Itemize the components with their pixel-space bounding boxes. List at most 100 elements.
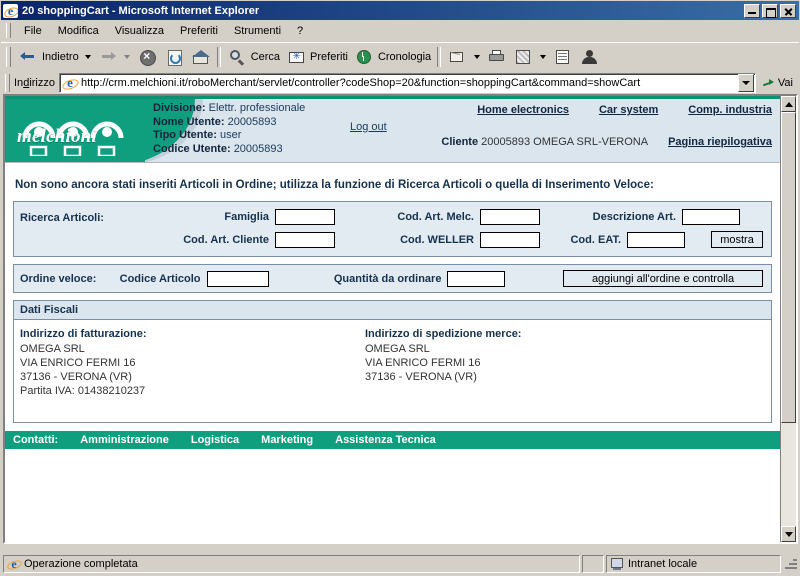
dati-fiscali-header: Dati Fiscali xyxy=(14,301,771,320)
favorites-button-label: Preferiti xyxy=(310,51,348,63)
cod-weller-field: Cod. WELLER xyxy=(335,231,540,248)
forward-button[interactable] xyxy=(94,46,121,68)
scroll-up-button[interactable] xyxy=(781,96,796,112)
divisione-label: Divisione: xyxy=(153,102,206,114)
back-arrow-icon xyxy=(18,47,39,67)
edit-button[interactable] xyxy=(510,46,537,68)
shipping-line-3: 37136 - VERONA (VR) xyxy=(365,371,477,383)
codice-articolo-input[interactable] xyxy=(206,270,269,287)
print-button[interactable] xyxy=(483,46,510,68)
cod-eat-field: Cod. EAT. xyxy=(540,231,685,248)
billing-line-4: Partita IVA: 01438210237 xyxy=(20,385,146,397)
dati-fiscali-panel: Dati Fiscali Indirizzo di fatturazione: … xyxy=(13,300,772,423)
status-zone-pane[interactable]: Intranet locale xyxy=(606,555,781,573)
menu-file[interactable]: File xyxy=(16,23,50,39)
menu-visualizza[interactable]: Visualizza xyxy=(107,23,172,39)
scrollbar-track[interactable] xyxy=(781,112,796,526)
forward-dropdown-icon[interactable] xyxy=(123,55,130,59)
address-input-wrapper[interactable]: e http://crm.melchioni.it/roboMerchant/s… xyxy=(58,73,756,93)
famiglia-input[interactable] xyxy=(275,209,335,225)
cod-weller-label: Cod. WELLER xyxy=(400,233,474,246)
address-grip[interactable] xyxy=(5,74,10,92)
footer-link-logistica[interactable]: Logistica xyxy=(191,434,239,446)
history-button[interactable]: Cronologia xyxy=(351,46,434,68)
status-message-pane: e Operazione completata xyxy=(3,555,580,573)
mail-button[interactable] xyxy=(444,46,471,68)
descrizione-art-input[interactable] xyxy=(682,209,740,225)
cliente-value: 20005893 OMEGA SRL-VERONA xyxy=(481,136,649,148)
site-footer-nav: Contatti: Amministrazione Logistica Mark… xyxy=(5,431,780,449)
footer-link-marketing[interactable]: Marketing xyxy=(261,434,313,446)
edit-page-icon xyxy=(513,47,534,67)
codice-utente-label: Codice Utente: xyxy=(153,142,231,155)
go-button-label: Vai xyxy=(777,77,793,89)
edit-dropdown-icon[interactable] xyxy=(540,55,547,59)
site-top-nav: Home electronics Car system Comp. indust… xyxy=(477,104,772,116)
go-button[interactable]: Vai xyxy=(756,73,797,93)
page-scrollbar-vertical[interactable] xyxy=(780,96,796,542)
back-dropdown-icon[interactable] xyxy=(84,55,91,59)
nav-home-electronics[interactable]: Home electronics xyxy=(477,104,569,116)
resize-grip[interactable] xyxy=(783,557,797,571)
scrollbar-thumb[interactable] xyxy=(781,112,796,423)
close-button[interactable] xyxy=(780,3,796,18)
search-button-label: Cerca xyxy=(250,51,281,63)
shipping-heading: Indirizzo di spedizione merce: xyxy=(365,328,522,340)
stop-button[interactable] xyxy=(133,46,160,68)
ricerca-articoli-panel: Ricerca Articoli: Famiglia Cod. Art. Mel… xyxy=(13,201,772,257)
discuss-button[interactable] xyxy=(549,46,576,68)
pagina-riepilogativa-link[interactable]: Pagina riepilogativa xyxy=(668,136,772,148)
footer-link-amministrazione[interactable]: Amministrazione xyxy=(80,434,169,446)
favorites-button[interactable]: Preferiti xyxy=(283,46,351,68)
nome-utente-row: Nome Utente: 20005893 xyxy=(153,116,305,130)
menu-bar: File Modifica Visualizza Preferiti Strum… xyxy=(1,20,799,42)
cod-eat-input[interactable] xyxy=(627,231,685,248)
messenger-button[interactable] xyxy=(576,46,603,68)
contatti-label: Contatti: xyxy=(13,434,59,446)
nav-car-system[interactable]: Car system xyxy=(599,104,658,116)
nav-comp-industria[interactable]: Comp. industria xyxy=(688,104,772,116)
refresh-button[interactable] xyxy=(160,46,187,68)
browser-window: e 20 shoppingCart - Microsoft Internet E… xyxy=(0,0,800,576)
address-input[interactable]: http://crm.melchioni.it/roboMerchant/ser… xyxy=(81,77,738,89)
user-info-block: Divisione: Elettr. professionale Nome Ut… xyxy=(153,102,305,156)
refresh-icon xyxy=(163,47,184,67)
mail-dropdown-icon[interactable] xyxy=(474,55,481,59)
menu-help[interactable]: ? xyxy=(289,23,311,39)
ie-status-icon: e xyxy=(6,557,23,572)
search-row-1: Famiglia Cod. Art. Melc. Descrizione Art… xyxy=(120,209,765,225)
cod-art-melc-input[interactable] xyxy=(480,209,540,225)
home-icon xyxy=(190,47,211,67)
famiglia-label: Famiglia xyxy=(224,211,269,223)
maximize-button[interactable] xyxy=(762,3,778,18)
shipping-line-2: VIA ENRICO FERMI 16 xyxy=(365,357,481,369)
ie-document-icon: e xyxy=(3,3,18,18)
quantita-label: Quantità da ordinare xyxy=(333,272,442,285)
billing-heading: Indirizzo di fatturazione: xyxy=(20,328,147,340)
minimize-button[interactable] xyxy=(744,3,760,18)
menu-modifica[interactable]: Modifica xyxy=(50,23,107,39)
menu-preferiti[interactable]: Preferiti xyxy=(172,23,226,39)
search-button[interactable]: Cerca xyxy=(224,46,283,68)
home-button[interactable] xyxy=(187,46,214,68)
cod-art-melc-field: Cod. Art. Melc. xyxy=(335,209,540,225)
shipping-line-1: OMEGA SRL xyxy=(365,343,430,355)
menu-grip[interactable] xyxy=(6,23,11,38)
billing-line-2: VIA ENRICO FERMI 16 xyxy=(20,357,136,369)
cod-art-cliente-input[interactable] xyxy=(275,231,335,248)
toolbar-grip[interactable] xyxy=(6,47,11,67)
history-button-label: Cronologia xyxy=(377,51,432,63)
search-row-2: Cod. Art. Cliente Cod. WELLER Cod. EAT. xyxy=(120,231,765,248)
mostra-button[interactable]: mostra xyxy=(711,231,763,248)
menu-strumenti[interactable]: Strumenti xyxy=(226,23,289,39)
intranet-zone-icon xyxy=(610,557,624,571)
scroll-down-button[interactable] xyxy=(781,526,796,542)
logout-link[interactable]: Log out xyxy=(350,121,387,133)
quantita-input[interactable] xyxy=(447,270,506,287)
back-button[interactable]: Indietro xyxy=(15,46,82,68)
aggiungi-ordine-button[interactable]: aggiungi all'ordine e controlla xyxy=(563,270,764,287)
address-dropdown-button[interactable] xyxy=(737,74,754,92)
printer-icon xyxy=(486,47,507,67)
footer-link-assistenza-tecnica[interactable]: Assistenza Tecnica xyxy=(335,434,436,446)
cod-weller-input[interactable] xyxy=(480,231,540,248)
